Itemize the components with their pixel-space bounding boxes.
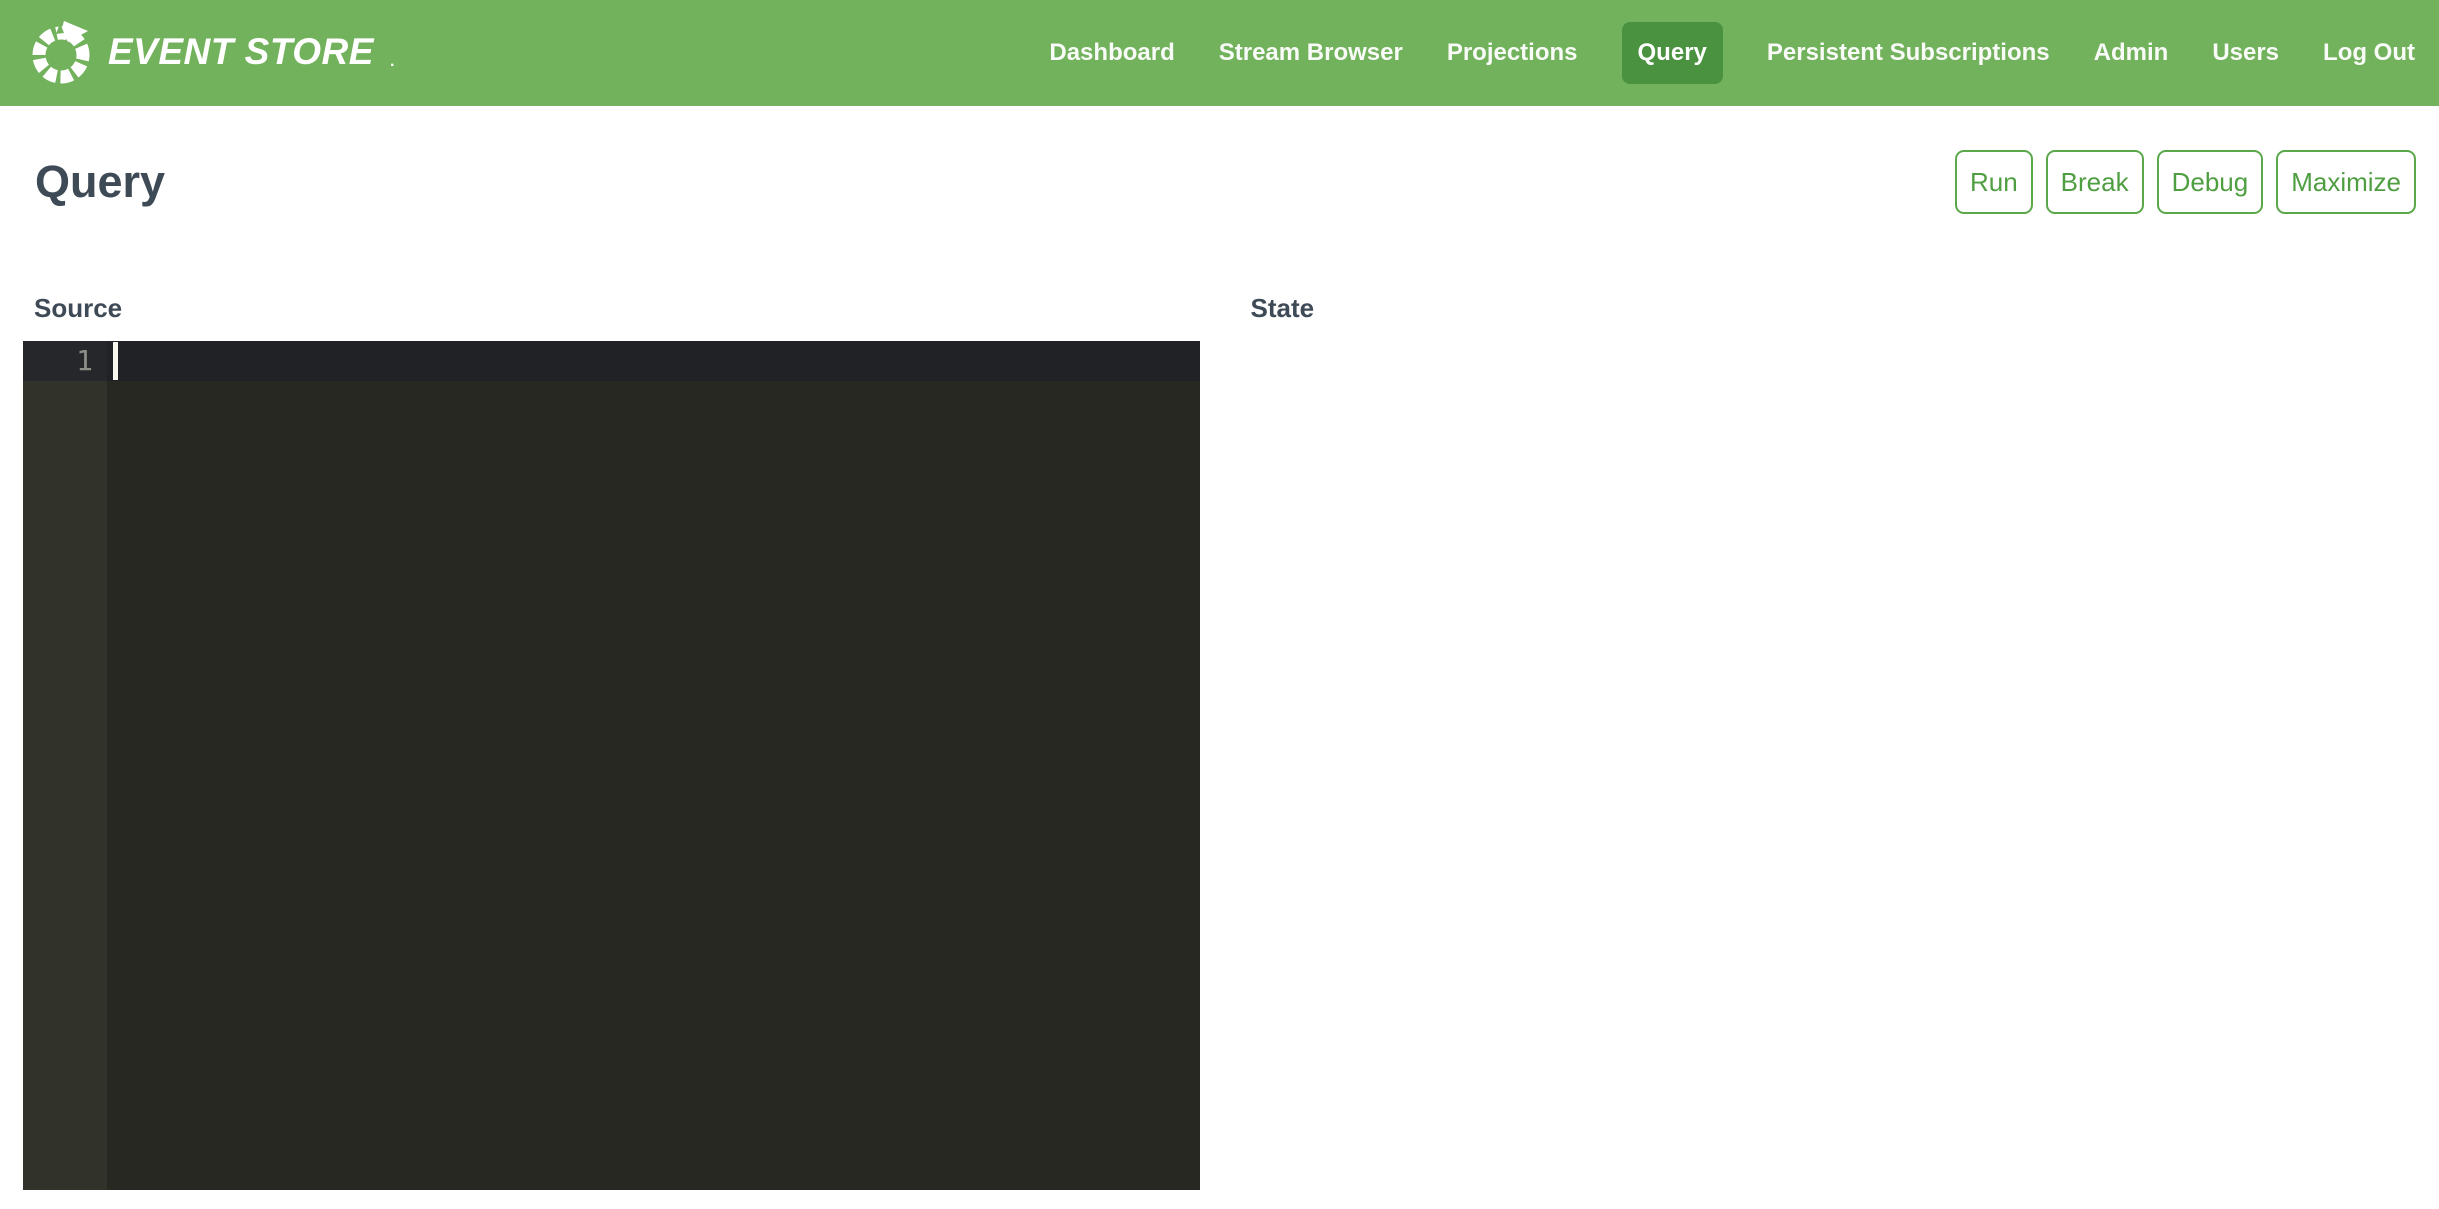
nav-item-projections[interactable]: Projections — [1447, 41, 1578, 65]
nav-item-query[interactable]: Query — [1622, 22, 1723, 84]
eventstore-ring-icon — [30, 21, 94, 85]
source-panel-label: Source — [34, 292, 1200, 325]
source-panel: Source 1 — [23, 292, 1200, 1190]
maximize-button[interactable]: Maximize — [2276, 150, 2416, 214]
eventstore-logo[interactable]: EVENT STORE . — [30, 21, 394, 85]
nav-item-admin[interactable]: Admin — [2094, 41, 2169, 65]
top-navbar: EVENT STORE . Dashboard Stream Browser P… — [0, 0, 2439, 106]
run-button[interactable]: Run — [1955, 150, 2033, 214]
nav-item-persistent-subscriptions[interactable]: Persistent Subscriptions — [1767, 41, 2050, 65]
query-page: Query Run Break Debug Maximize Source 1 … — [0, 150, 2439, 1190]
editor-line-number: 1 — [23, 341, 107, 381]
nav-menu: Dashboard Stream Browser Projections Que… — [1049, 22, 2415, 84]
nav-item-users[interactable]: Users — [2212, 41, 2279, 65]
nav-item-log-out[interactable]: Log Out — [2323, 41, 2415, 65]
editor-text-cursor — [113, 342, 118, 380]
debug-button[interactable]: Debug — [2157, 150, 2264, 214]
panels-container: Source 1 State — [23, 292, 2416, 1190]
page-header: Query Run Break Debug Maximize — [23, 150, 2416, 214]
state-panel-label: State — [1251, 292, 2417, 325]
state-panel: State — [1240, 292, 2417, 1190]
break-button[interactable]: Break — [2046, 150, 2144, 214]
query-source-editor[interactable]: 1 — [23, 341, 1200, 1190]
eventstore-wordmark: EVENT STORE — [108, 33, 374, 74]
nav-item-dashboard[interactable]: Dashboard — [1049, 41, 1174, 65]
page-title: Query — [35, 155, 165, 209]
editor-active-line — [23, 341, 1200, 381]
query-toolbar: Run Break Debug Maximize — [1955, 150, 2416, 214]
nav-item-stream-browser[interactable]: Stream Browser — [1219, 41, 1403, 65]
eventstore-trademark-dot: . — [390, 53, 394, 85]
editor-gutter — [23, 341, 107, 1190]
